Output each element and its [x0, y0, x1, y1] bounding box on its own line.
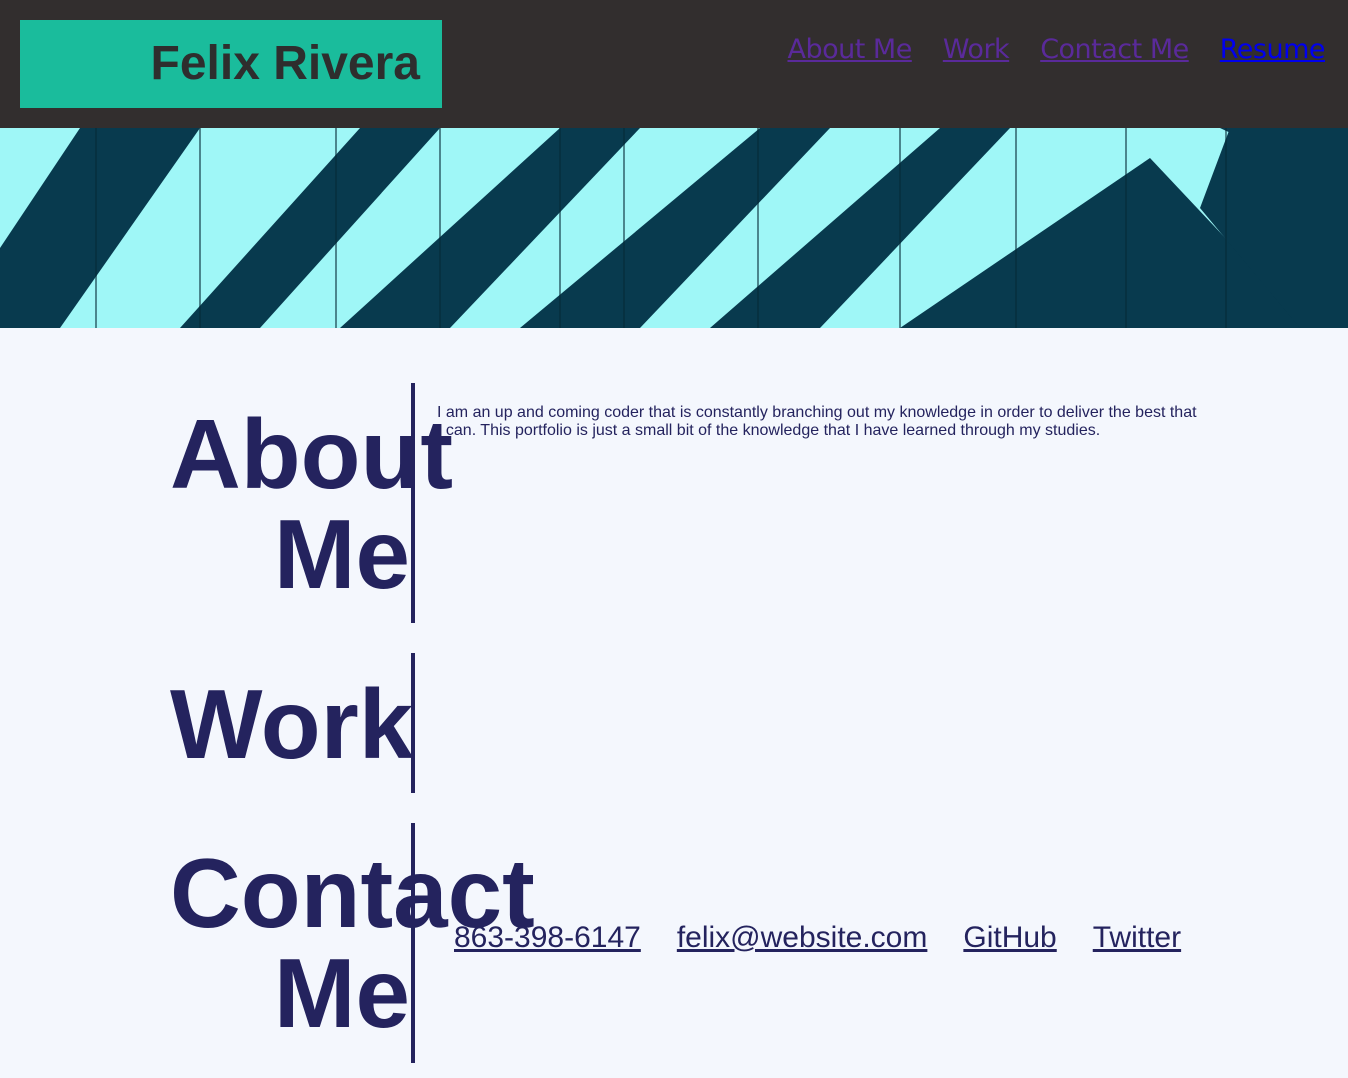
nav-resume-link[interactable]: Resume: [1220, 30, 1326, 70]
logo-box[interactable]: Felix Rivera: [20, 20, 442, 108]
about-body: I am an up and coming coder that is cons…: [437, 404, 1197, 439]
twitter-link[interactable]: Twitter: [1093, 918, 1181, 958]
contact-links: 863-398-6147 felix@website.com GitHub Tw…: [454, 918, 1181, 958]
contact-divider: [411, 823, 415, 1063]
site-name: Felix Rivera: [150, 37, 420, 90]
nav-about-link[interactable]: About Me: [787, 30, 912, 70]
about-divider: [411, 383, 415, 623]
email-link[interactable]: felix@website.com: [677, 918, 928, 958]
striped-wood-graphic: [0, 128, 1348, 328]
work-divider: [411, 653, 415, 793]
phone-link[interactable]: 863-398-6147: [454, 918, 641, 958]
contact-heading: Contact Me: [170, 838, 535, 1048]
work-heading: Work: [170, 669, 414, 779]
main-nav: About Me Work Contact Me Resume: [787, 30, 1325, 70]
site-header: Felix Rivera About Me Work Contact Me Re…: [0, 0, 1348, 128]
about-heading: About Me: [170, 399, 453, 609]
nav-work-link[interactable]: Work: [943, 30, 1010, 70]
hero-banner-image: [0, 128, 1348, 328]
github-link[interactable]: GitHub: [963, 918, 1056, 958]
nav-contact-link[interactable]: Contact Me: [1040, 30, 1189, 70]
